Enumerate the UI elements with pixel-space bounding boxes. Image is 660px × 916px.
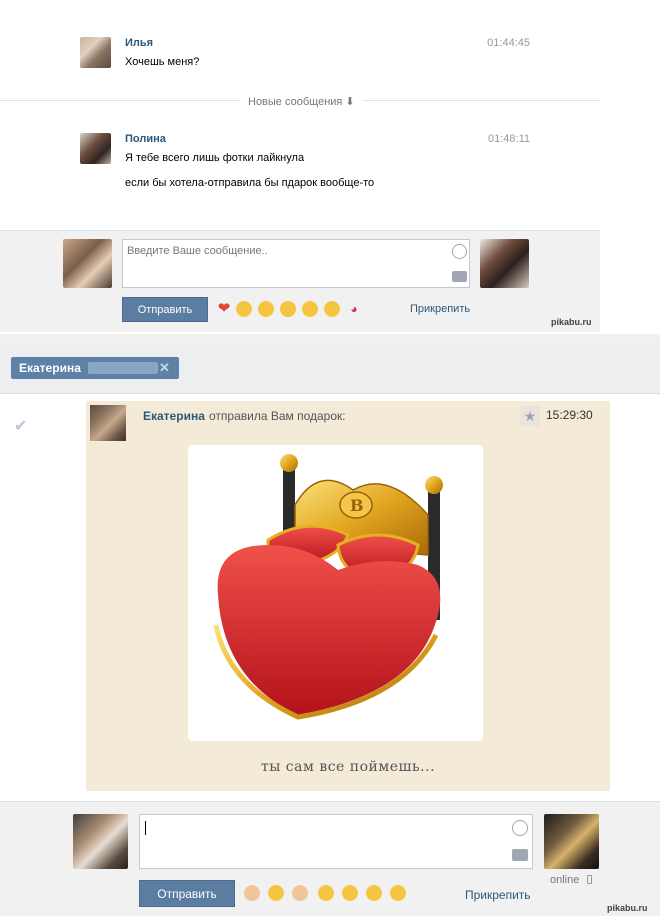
message-text: Я тебе всего лишь фотки лайкнула	[125, 152, 305, 164]
sender-name[interactable]: Екатерина	[143, 409, 205, 423]
camera-icon[interactable]	[452, 271, 467, 282]
camera-icon[interactable]	[512, 849, 528, 861]
sunglasses-emoji[interactable]	[280, 301, 296, 317]
smiley-icon[interactable]	[512, 820, 528, 836]
sender-name[interactable]: Полина	[125, 133, 166, 145]
relieved-emoji[interactable]	[366, 885, 382, 901]
gift-caption: ты сам все поймешь...	[260, 759, 436, 775]
heart-bed-gift-image: B	[213, 454, 443, 720]
kiss-emoji[interactable]: ◕	[346, 301, 362, 317]
gift-message: Екатерина отправила Вам подарок: ★ 15:29…	[86, 401, 610, 791]
dialog-tabs-bar: Екатерина ✕	[0, 346, 660, 394]
heart-emoji[interactable]: ❤	[216, 301, 232, 317]
new-messages-label: Новые сообщения ⬇	[240, 95, 363, 108]
watermark: pikabu.ru	[607, 903, 648, 913]
message-text: Хочешь меня?	[125, 56, 200, 68]
message-input[interactable]: Введите Ваше сообщение..	[122, 239, 470, 288]
send-button[interactable]: Отправить	[139, 880, 235, 907]
blush-emoji[interactable]	[236, 301, 252, 317]
heart-eyes-emoji[interactable]	[258, 301, 274, 317]
separator	[0, 334, 660, 346]
blush-emoji[interactable]	[390, 885, 406, 901]
close-icon[interactable]: ✕	[159, 360, 170, 376]
avatar[interactable]	[80, 37, 111, 68]
svg-text:B: B	[350, 496, 364, 515]
dialog-tab-name: Екатерина	[19, 361, 81, 375]
neutral-emoji[interactable]	[318, 885, 334, 901]
message-time: 01:48:11	[487, 133, 530, 145]
mobile-icon	[587, 875, 592, 884]
my-avatar[interactable]	[73, 814, 128, 869]
watermark: pikabu.ru	[551, 317, 592, 327]
thumbs-up-emoji[interactable]	[292, 885, 308, 901]
text-caret	[145, 821, 146, 835]
send-button[interactable]: Отправить	[122, 297, 208, 322]
star-icon[interactable]: ★	[520, 406, 540, 426]
gift-action-text: отправила Вам подарок:	[209, 409, 346, 423]
message-input-placeholder: Введите Ваше сообщение..	[127, 245, 268, 257]
contact-avatar[interactable]	[480, 239, 529, 288]
my-avatar[interactable]	[63, 239, 112, 288]
message-text: если бы хотела-отправила бы пдарок вообщ…	[125, 177, 375, 189]
message-block: Илья 01:44:45 Хочешь меня?	[80, 37, 530, 69]
dialog-tab[interactable]: Екатерина ✕	[11, 357, 179, 379]
message-time: 15:29:30	[546, 408, 593, 422]
message-composer: online Отправить Прикрепить	[0, 801, 660, 916]
attach-link[interactable]: Прикрепить	[465, 888, 531, 902]
blurred-surname	[88, 362, 158, 374]
avatar[interactable]	[80, 133, 111, 164]
sunglasses-emoji[interactable]	[268, 885, 284, 901]
grin-emoji[interactable]	[302, 301, 318, 317]
message-composer: Введите Ваше сообщение.. Отправить ❤ ◕ П…	[0, 230, 600, 332]
attach-link[interactable]: Прикрепить	[410, 303, 470, 315]
message-input[interactable]	[139, 814, 533, 869]
gift-image-card[interactable]: B	[188, 445, 483, 741]
contact-avatar[interactable]	[544, 814, 599, 869]
message-block: Полина 01:48:11 Я тебе всего лишь фотки …	[80, 133, 530, 193]
read-check-icon: ✔	[14, 418, 28, 435]
sender-name[interactable]: Илья	[125, 37, 153, 49]
online-status: online	[550, 874, 580, 886]
sender-avatar[interactable]	[90, 405, 126, 441]
fist-emoji[interactable]	[244, 885, 260, 901]
top-chat-panel: Илья 01:44:45 Хочешь меня? Новые сообщен…	[0, 0, 660, 334]
smiley-icon[interactable]	[452, 244, 467, 259]
bottom-chat-panel: Екатерина ✕ ✔ Екатерина отправила Вам по…	[0, 346, 660, 916]
message-time: 01:44:45	[487, 37, 530, 49]
wink-emoji[interactable]	[342, 885, 358, 901]
smile-emoji[interactable]	[324, 301, 340, 317]
